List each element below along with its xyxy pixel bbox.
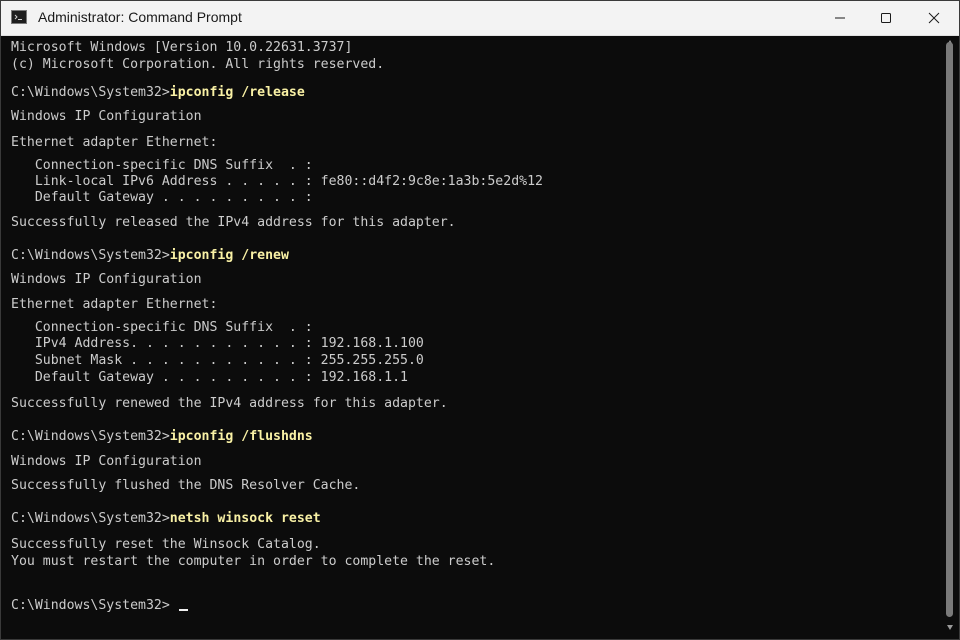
text-cursor [178,609,188,611]
output-line: Default Gateway . . . . . . . . . : 192.… [11,370,408,385]
maximize-button[interactable] [863,1,909,35]
output-line: Ethernet adapter Ethernet: [11,135,218,150]
output-line: Ethernet adapter Ethernet: [11,297,218,312]
prompt-text: C:\Windows\System32> [11,429,170,444]
scroll-down-arrow-icon[interactable] [946,623,954,631]
prompt-line-renew: C:\Windows\System32>ipconfig /renew [11,247,289,265]
header-copyright-line: (c) Microsoft Corporation. All rights re… [11,57,385,72]
prompt-text: C:\Windows\System32> [11,248,170,263]
output-line: Successfully renewed the IPv4 address fo… [11,396,448,411]
command-prompt-window: Administrator: Command Prompt Microsoft … [0,0,960,640]
output-line: Windows IP Configuration [11,272,202,287]
command-prompt-icon [11,10,27,24]
prompt-line-current[interactable]: C:\Windows\System32> [11,597,188,615]
minimize-icon [835,17,845,19]
prompt-text: C:\Windows\System32> [11,511,170,526]
maximize-icon [881,13,891,23]
output-line: Default Gateway . . . . . . . . . : [11,190,313,205]
title-bar[interactable]: Administrator: Command Prompt [1,1,959,36]
output-line: Successfully flushed the DNS Resolver Ca… [11,478,361,493]
prompt-line-release: C:\Windows\System32>ipconfig /release [11,84,305,102]
vertical-scrollbar[interactable] [945,37,955,637]
command-text: netsh winsock reset [169,511,321,526]
prompt-text: C:\Windows\System32> [11,85,170,100]
close-button[interactable] [909,1,959,35]
scrollbar-thumb[interactable] [946,42,953,617]
output-line: Windows IP Configuration [11,109,202,124]
prompt-line-flushdns: C:\Windows\System32>ipconfig /flushdns [11,428,313,446]
output-line: Windows IP Configuration [11,454,202,469]
command-text: ipconfig /release [169,85,305,100]
output-line: Subnet Mask . . . . . . . . . . . : 255.… [11,353,424,368]
output-line: Successfully released the IPv4 address f… [11,215,456,230]
output-line: IPv4 Address. . . . . . . . . . . : 192.… [11,336,424,351]
prompt-text: C:\Windows\System32> [11,598,170,613]
header-version-line: Microsoft Windows [Version 10.0.22631.37… [11,40,353,55]
window-title: Administrator: Command Prompt [38,9,242,25]
prompt-line-winsock: C:\Windows\System32>netsh winsock reset [11,510,321,528]
output-line: You must restart the computer in order t… [11,554,496,569]
command-text: ipconfig /renew [169,248,289,263]
output-line: Successfully reset the Winsock Catalog. [11,537,321,552]
minimize-button[interactable] [817,1,863,35]
close-icon [928,12,940,24]
command-text: ipconfig /flushdns [169,429,313,444]
